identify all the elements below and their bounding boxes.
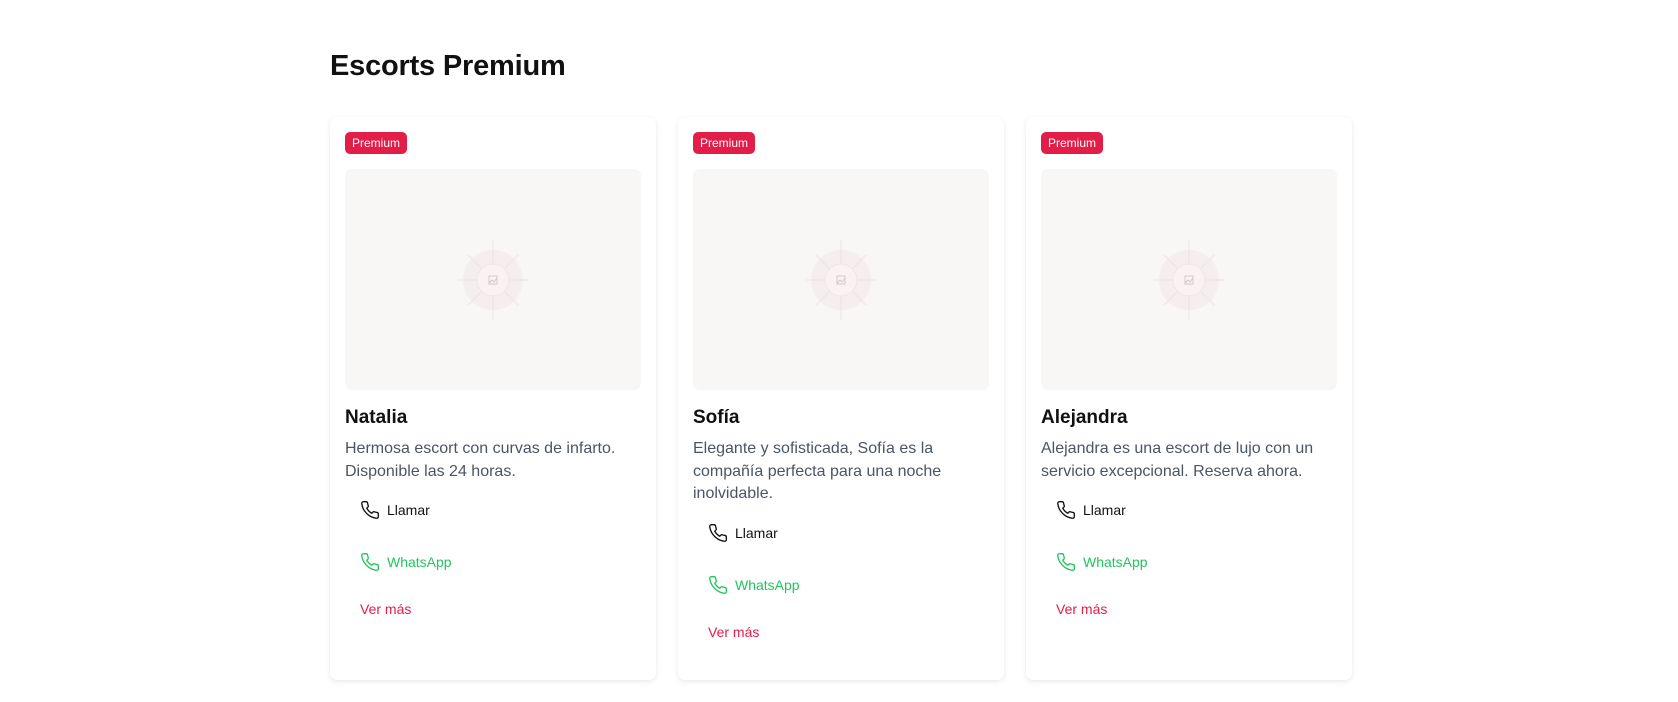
call-label: Llamar (387, 502, 430, 518)
profile-image[interactable] (693, 169, 989, 390)
profile-description: Elegante y sofisticada, Sofía es la comp… (693, 440, 942, 502)
profile-description: Alejandra es una escort de lujo con un s… (1041, 440, 1314, 480)
profile-description: Hermosa escort con curvas de infarto. Di… (345, 440, 616, 480)
profile-name: Alejandra (1041, 407, 1128, 428)
see-more-link[interactable]: Ver más (345, 601, 641, 617)
profile-card: Premium Natalia Hermosa escort con curva… (330, 117, 656, 680)
call-button[interactable]: Llamar (345, 496, 641, 524)
profile-card: Premium Alejandra Alejandra es una escor… (1026, 117, 1352, 680)
phone-icon (1056, 552, 1076, 572)
phone-icon (1056, 500, 1076, 520)
see-more-link[interactable]: Ver más (1041, 601, 1337, 617)
call-label: Llamar (735, 524, 778, 541)
premium-badge: Premium (345, 132, 408, 154)
whatsapp-button[interactable]: WhatsApp (1041, 548, 1337, 576)
profile-image[interactable] (1041, 169, 1337, 390)
section-title: Escorts Premium (330, 50, 566, 82)
image-placeholder-icon (1154, 239, 1224, 320)
whatsapp-label: WhatsApp (387, 554, 452, 570)
image-placeholder-icon (458, 239, 528, 320)
phone-icon (708, 575, 728, 595)
call-label: Llamar (1083, 502, 1126, 518)
whatsapp-label: WhatsApp (1083, 554, 1148, 570)
premium-badge: Premium (1041, 132, 1104, 154)
whatsapp-button[interactable]: WhatsApp (693, 571, 989, 599)
phone-icon (360, 500, 380, 520)
phone-icon (360, 552, 380, 572)
card-grid: Premium Natalia Hermosa escort con curva… (330, 117, 1352, 680)
call-button[interactable]: Llamar (1041, 496, 1337, 524)
profile-image[interactable] (345, 169, 641, 390)
phone-icon (708, 523, 728, 543)
call-button[interactable]: Llamar (693, 519, 989, 547)
profile-name: Natalia (345, 407, 408, 428)
see-more-link[interactable]: Ver más (693, 624, 989, 640)
whatsapp-button[interactable]: WhatsApp (345, 548, 641, 576)
premium-badge: Premium (693, 132, 756, 154)
whatsapp-label: WhatsApp (735, 576, 800, 593)
profile-name: Sofía (693, 407, 740, 428)
profile-card: Premium Sofía Elegante y sofisticada, So… (678, 117, 1004, 680)
image-placeholder-icon (806, 239, 876, 320)
